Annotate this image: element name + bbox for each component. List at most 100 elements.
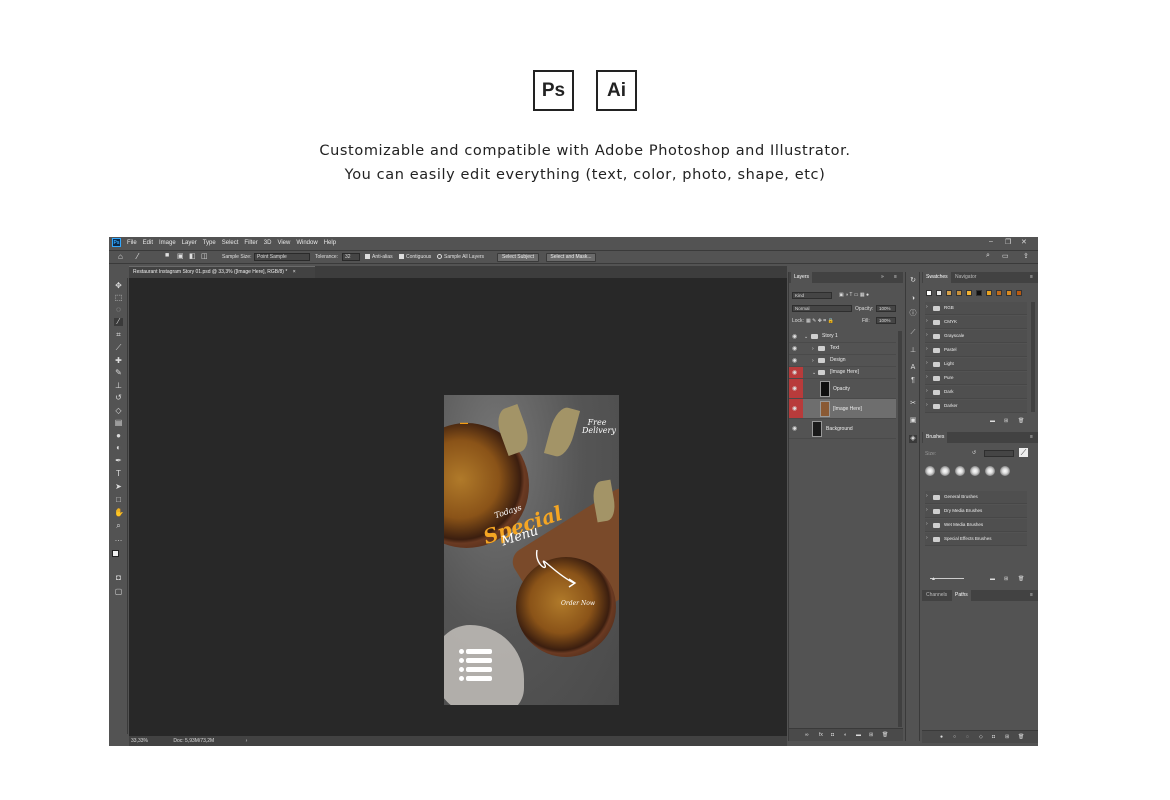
fill-path-icon[interactable]: ● bbox=[940, 734, 943, 740]
layer-row[interactable]: ◉ Opacity bbox=[789, 379, 896, 399]
move-tool-icon[interactable]: ✥ bbox=[114, 282, 123, 290]
add-mask-icon[interactable]: ◘ bbox=[992, 734, 995, 740]
adjustments-icon[interactable]: ◑ bbox=[909, 295, 917, 303]
swatch-group[interactable]: › Pastel bbox=[925, 344, 1027, 357]
new-group-icon[interactable]: ▬ bbox=[990, 418, 995, 424]
swatch-group[interactable]: › Dark bbox=[925, 386, 1027, 399]
fill-input[interactable]: 100% bbox=[876, 317, 896, 324]
more-tools-icon[interactable]: … bbox=[114, 535, 123, 543]
expand-arrow-icon[interactable]: ⌄ bbox=[804, 334, 808, 340]
tab-swatches[interactable]: Swatches bbox=[923, 272, 951, 283]
new-swatch-icon[interactable]: ⊞ bbox=[1004, 418, 1008, 424]
select-and-mask-button[interactable]: Select and Mask... bbox=[546, 253, 596, 262]
color-swatch[interactable] bbox=[966, 290, 972, 296]
document-tab[interactable]: Restaurant Instagram Story 01.psd @ 33,3… bbox=[129, 266, 315, 278]
visibility-eye-icon[interactable]: ◉ bbox=[792, 358, 800, 364]
expand-arrow-icon[interactable]: › bbox=[812, 346, 814, 352]
adjustment-layer-icon[interactable]: ◐ bbox=[844, 732, 847, 738]
tab-navigator[interactable]: Navigator bbox=[952, 272, 979, 283]
brush-tool-icon[interactable]: ✎ bbox=[114, 369, 123, 377]
rectangle-tool-icon[interactable]: □ bbox=[114, 496, 123, 504]
character-icon[interactable]: A bbox=[909, 364, 917, 372]
close-icon[interactable]: ✕ bbox=[1021, 238, 1027, 246]
layers-icon[interactable]: ◈ bbox=[909, 435, 917, 443]
sample-size-select[interactable]: Point Sample bbox=[254, 253, 310, 261]
zoom-level[interactable]: 33,33% bbox=[131, 738, 148, 744]
brush-preset[interactable] bbox=[1000, 466, 1010, 476]
swatches-scrollbar[interactable] bbox=[1031, 302, 1035, 412]
lasso-tool-icon[interactable]: ◌ bbox=[114, 306, 123, 314]
menu-window[interactable]: Window bbox=[296, 240, 317, 246]
visibility-eye-icon[interactable]: ◉ bbox=[792, 334, 800, 340]
quick-mask-icon[interactable]: ◘ bbox=[114, 574, 123, 582]
intersect-selection-icon[interactable]: ◫ bbox=[201, 252, 208, 260]
swatch-group[interactable]: › Darker bbox=[925, 400, 1027, 413]
visibility-eye-icon[interactable]: ◉ bbox=[792, 426, 800, 432]
expand-arrow-icon[interactable]: › bbox=[926, 318, 928, 324]
canvas-area[interactable]: ▬▬ Free Delivery Todays Special Menu Orde… bbox=[129, 278, 787, 736]
clone-source-icon[interactable]: ⊥ bbox=[909, 347, 917, 355]
magic-wand-tool-icon[interactable]: ⁄ bbox=[137, 252, 138, 261]
layer-row[interactable]: ◉ › Text bbox=[789, 343, 896, 355]
select-subject-button[interactable]: Select Subject bbox=[497, 253, 539, 262]
expand-arrow-icon[interactable]: › bbox=[926, 402, 928, 408]
close-tab-icon[interactable]: × bbox=[293, 269, 296, 275]
swatch-group[interactable]: › Light bbox=[925, 358, 1027, 371]
menu-file[interactable]: File bbox=[127, 240, 137, 246]
brush-preset[interactable] bbox=[955, 466, 965, 476]
add-mask-icon[interactable]: ◘ bbox=[831, 732, 834, 738]
hand-tool-icon[interactable]: ✋ bbox=[114, 509, 124, 517]
layer-row[interactable]: ◉ ⌄ Story 1 bbox=[789, 331, 896, 343]
expand-arrow-icon[interactable]: › bbox=[926, 374, 928, 380]
filter-icons[interactable]: ▣ ◑ T ▭ ▦ ● bbox=[839, 292, 869, 298]
blur-tool-icon[interactable]: ● bbox=[114, 432, 123, 440]
menu-filter[interactable]: Filter bbox=[244, 240, 257, 246]
tool-presets-icon[interactable]: ✂ bbox=[909, 400, 917, 408]
contiguous-checkbox[interactable]: Contiguous bbox=[399, 254, 431, 260]
workspace-icon[interactable]: ▭ bbox=[1002, 252, 1009, 260]
reset-icon[interactable]: ↺ bbox=[972, 450, 976, 456]
home-icon[interactable]: ⌂ bbox=[118, 252, 123, 261]
slider-handle-icon[interactable]: ▲ bbox=[931, 576, 936, 582]
panel-menu-icon[interactable]: ≡ bbox=[1030, 434, 1033, 440]
brush-preset[interactable] bbox=[925, 466, 935, 476]
panel-menu-icon[interactable]: ≡ bbox=[894, 274, 897, 280]
color-swatch[interactable] bbox=[986, 290, 992, 296]
brush-preset[interactable] bbox=[970, 466, 980, 476]
marquee-tool-icon[interactable]: ⬚ bbox=[114, 294, 123, 302]
clone-stamp-icon[interactable]: ⊥ bbox=[114, 382, 123, 390]
brush-group[interactable]: › Wet Media Brushes bbox=[925, 519, 1027, 532]
eraser-tool-icon[interactable]: ◇ bbox=[114, 407, 123, 415]
search-icon[interactable]: ⌕ bbox=[986, 252, 990, 260]
new-selection-icon[interactable]: ■ bbox=[165, 252, 169, 259]
color-swatch[interactable] bbox=[1016, 290, 1022, 296]
menu-type[interactable]: Type bbox=[203, 240, 216, 246]
layer-row[interactable]: ◉ Background bbox=[789, 419, 896, 439]
document-canvas[interactable]: ▬▬ Free Delivery Todays Special Menu Orde… bbox=[444, 395, 619, 705]
stroke-path-icon[interactable]: ○ bbox=[953, 734, 956, 740]
history-icon[interactable]: ↻ bbox=[909, 277, 917, 285]
gradient-tool-icon[interactable]: ▤ bbox=[114, 419, 123, 427]
expand-arrow-icon[interactable]: › bbox=[926, 304, 928, 310]
anti-alias-checkbox[interactable]: Anti-alias bbox=[365, 254, 393, 260]
color-swatch[interactable] bbox=[946, 290, 952, 296]
screen-mode-icon[interactable]: ▢ bbox=[114, 588, 123, 596]
visibility-eye-icon[interactable]: ◉ bbox=[792, 370, 800, 376]
visibility-eye-icon[interactable]: ◉ bbox=[792, 346, 800, 352]
new-layer-icon[interactable]: ⊞ bbox=[869, 732, 873, 738]
menu-image[interactable]: Image bbox=[159, 240, 176, 246]
brush-preset[interactable] bbox=[940, 466, 950, 476]
type-tool-icon[interactable]: T bbox=[114, 470, 123, 478]
color-swatch[interactable] bbox=[996, 290, 1002, 296]
tolerance-input[interactable]: 32 bbox=[342, 253, 360, 261]
panel-menu-icon[interactable]: ≡ bbox=[1030, 274, 1033, 280]
expand-arrow-icon[interactable]: ⌄ bbox=[812, 370, 816, 376]
magic-wand-icon[interactable]: ⁄ bbox=[114, 318, 123, 326]
new-path-icon[interactable]: ⊞ bbox=[1005, 734, 1009, 740]
layers-scrollbar[interactable] bbox=[898, 331, 902, 727]
visibility-eye-icon[interactable]: ◉ bbox=[792, 406, 800, 412]
share-icon[interactable]: ⇪ bbox=[1023, 252, 1029, 260]
color-swatch[interactable] bbox=[1006, 290, 1012, 296]
panel-menu-icon[interactable]: ≡ bbox=[1030, 592, 1033, 598]
properties-icon[interactable]: ▣ bbox=[909, 417, 917, 425]
